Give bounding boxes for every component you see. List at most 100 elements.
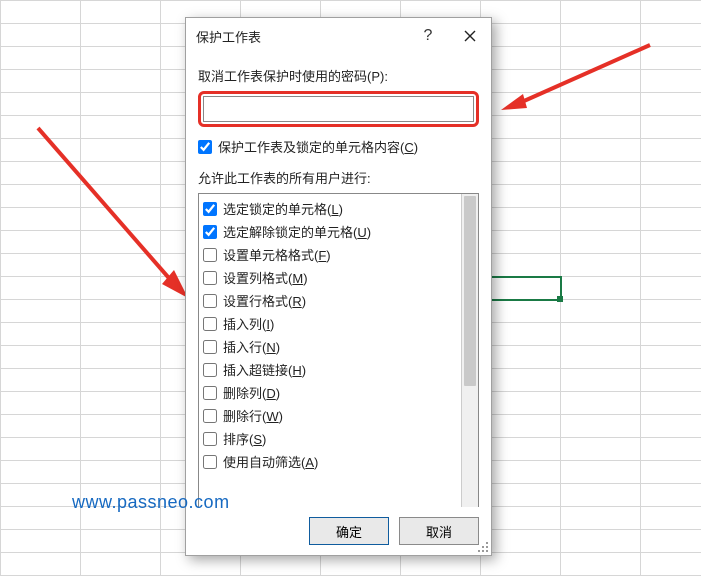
- grid-cell[interactable]: [481, 1, 561, 24]
- permission-row[interactable]: 使用自动筛选(A): [201, 450, 459, 473]
- grid-cell[interactable]: [1, 392, 81, 415]
- grid-cell[interactable]: [1, 530, 81, 553]
- permission-checkbox[interactable]: [203, 248, 217, 262]
- grid-cell[interactable]: [641, 139, 701, 162]
- grid-cell[interactable]: [641, 346, 701, 369]
- grid-cell[interactable]: [481, 392, 561, 415]
- grid-cell[interactable]: [561, 70, 641, 93]
- grid-cell[interactable]: [641, 323, 701, 346]
- grid-cell[interactable]: [81, 70, 161, 93]
- grid-cell[interactable]: [561, 208, 641, 231]
- grid-cell[interactable]: [481, 461, 561, 484]
- grid-cell[interactable]: [561, 369, 641, 392]
- grid-cell[interactable]: [641, 277, 701, 300]
- grid-cell[interactable]: [561, 162, 641, 185]
- grid-cell[interactable]: [81, 254, 161, 277]
- grid-cell[interactable]: [1, 507, 81, 530]
- grid-cell[interactable]: [81, 553, 161, 576]
- grid-cell[interactable]: [81, 415, 161, 438]
- permission-checkbox[interactable]: [203, 225, 217, 239]
- ok-button[interactable]: 确定: [309, 517, 389, 545]
- grid-cell[interactable]: [1, 346, 81, 369]
- grid-cell[interactable]: [481, 116, 561, 139]
- grid-cell[interactable]: [641, 185, 701, 208]
- permission-row[interactable]: 设置列格式(M): [201, 266, 459, 289]
- grid-cell[interactable]: [561, 530, 641, 553]
- grid-cell[interactable]: [81, 277, 161, 300]
- permission-checkbox[interactable]: [203, 409, 217, 423]
- permission-row[interactable]: 选定锁定的单元格(L): [201, 197, 459, 220]
- grid-cell[interactable]: [1, 300, 81, 323]
- grid-cell[interactable]: [641, 162, 701, 185]
- grid-cell[interactable]: [641, 208, 701, 231]
- grid-cell[interactable]: [1, 116, 81, 139]
- grid-cell[interactable]: [81, 438, 161, 461]
- grid-cell[interactable]: [561, 254, 641, 277]
- grid-cell[interactable]: [641, 231, 701, 254]
- grid-cell[interactable]: [641, 507, 701, 530]
- grid-cell[interactable]: [481, 208, 561, 231]
- permission-checkbox[interactable]: [203, 455, 217, 469]
- grid-cell[interactable]: [481, 231, 561, 254]
- grid-cell[interactable]: [561, 300, 641, 323]
- grid-cell[interactable]: [481, 507, 561, 530]
- grid-cell[interactable]: [1, 254, 81, 277]
- grid-cell[interactable]: [561, 24, 641, 47]
- permission-checkbox[interactable]: [203, 386, 217, 400]
- scrollbar-thumb[interactable]: [464, 196, 476, 386]
- grid-cell[interactable]: [641, 369, 701, 392]
- grid-cell[interactable]: [81, 392, 161, 415]
- grid-cell[interactable]: [481, 346, 561, 369]
- grid-cell[interactable]: [481, 24, 561, 47]
- grid-cell[interactable]: [1, 208, 81, 231]
- grid-cell[interactable]: [481, 553, 561, 576]
- grid-cell[interactable]: [481, 139, 561, 162]
- grid-cell[interactable]: [1, 162, 81, 185]
- grid-cell[interactable]: [1, 461, 81, 484]
- grid-cell[interactable]: [641, 553, 701, 576]
- grid-cell[interactable]: [561, 1, 641, 24]
- grid-cell[interactable]: [81, 93, 161, 116]
- grid-cell[interactable]: [641, 24, 701, 47]
- grid-cell[interactable]: [561, 392, 641, 415]
- grid-cell[interactable]: [561, 277, 641, 300]
- permission-row[interactable]: 设置行格式(R): [201, 289, 459, 312]
- grid-cell[interactable]: [481, 162, 561, 185]
- grid-cell[interactable]: [1, 93, 81, 116]
- grid-cell[interactable]: [1, 24, 81, 47]
- grid-cell[interactable]: [481, 415, 561, 438]
- grid-cell[interactable]: [81, 323, 161, 346]
- grid-cell[interactable]: [481, 254, 561, 277]
- grid-cell[interactable]: [481, 438, 561, 461]
- grid-cell[interactable]: [641, 530, 701, 553]
- grid-cell[interactable]: [81, 1, 161, 24]
- grid-cell[interactable]: [1, 47, 81, 70]
- password-input[interactable]: [203, 96, 474, 122]
- grid-cell[interactable]: [81, 139, 161, 162]
- grid-cell[interactable]: [81, 346, 161, 369]
- permission-row[interactable]: 插入行(N): [201, 335, 459, 358]
- grid-cell[interactable]: [81, 231, 161, 254]
- grid-cell[interactable]: [561, 438, 641, 461]
- scrollbar[interactable]: [461, 194, 478, 507]
- grid-cell[interactable]: [81, 47, 161, 70]
- grid-cell[interactable]: [561, 484, 641, 507]
- grid-cell[interactable]: [561, 507, 641, 530]
- permission-row[interactable]: 排序(S): [201, 427, 459, 450]
- grid-cell[interactable]: [81, 185, 161, 208]
- grid-cell[interactable]: [561, 553, 641, 576]
- grid-cell[interactable]: [561, 231, 641, 254]
- grid-cell[interactable]: [561, 47, 641, 70]
- grid-cell[interactable]: [641, 70, 701, 93]
- grid-cell[interactable]: [481, 323, 561, 346]
- grid-cell[interactable]: [81, 530, 161, 553]
- grid-cell[interactable]: [81, 461, 161, 484]
- permission-checkbox[interactable]: [203, 294, 217, 308]
- permission-row[interactable]: 插入超链接(H): [201, 358, 459, 381]
- grid-cell[interactable]: [1, 438, 81, 461]
- permission-checkbox[interactable]: [203, 363, 217, 377]
- grid-cell[interactable]: [481, 93, 561, 116]
- cancel-button[interactable]: 取消: [399, 517, 479, 545]
- grid-cell[interactable]: [641, 116, 701, 139]
- protect-checkbox[interactable]: [198, 140, 212, 154]
